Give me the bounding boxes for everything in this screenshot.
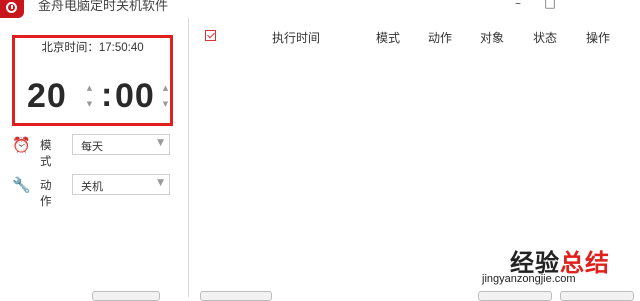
alarm-clock-icon: ⏰: [12, 136, 31, 154]
bottom-button-left[interactable]: [92, 291, 160, 301]
column-status[interactable]: 状态: [533, 29, 557, 46]
column-exec-time[interactable]: 执行时间: [272, 29, 320, 46]
action-label: 动作: [40, 178, 52, 208]
hour-up-icon[interactable]: ▲: [85, 80, 94, 96]
minute-field[interactable]: 00: [115, 76, 155, 116]
column-action[interactable]: 动作: [428, 29, 452, 46]
action-value: 关机: [81, 180, 103, 193]
mode-select[interactable]: 每天 ▼: [72, 134, 170, 155]
maximize-button[interactable]: □: [540, 0, 560, 10]
beijing-time-label: 北京时间：17:50:40: [41, 42, 144, 54]
chevron-down-icon: ▼: [157, 178, 164, 188]
chevron-down-icon: ▼: [157, 138, 164, 148]
title-bar: 金舟电脑定时关机软件 – □: [0, 0, 640, 18]
time-setting-box: 北京时间：17:50:40 20 ▲ ▼ : 00 ▲ ▼: [12, 35, 173, 126]
minute-spinner[interactable]: ▲ ▼: [161, 80, 170, 112]
column-target[interactable]: 对象: [480, 29, 504, 46]
minute-up-icon[interactable]: ▲: [161, 80, 170, 96]
app-logo-icon: [0, 0, 24, 18]
mode-value: 每天: [81, 140, 103, 153]
column-mode[interactable]: 模式: [376, 29, 400, 46]
window-title: 金舟电脑定时关机软件: [38, 0, 169, 14]
hour-spinner[interactable]: ▲ ▼: [85, 80, 94, 112]
action-select[interactable]: 关机 ▼: [72, 174, 170, 195]
task-table-header: 执行时间 模式 动作 对象 状态 操作: [196, 22, 640, 50]
hour-field[interactable]: 20: [27, 76, 67, 116]
watermark-url: jingyanzongjie.com: [482, 273, 576, 285]
column-operation[interactable]: 操作: [586, 29, 610, 46]
minimize-button[interactable]: –: [508, 0, 528, 10]
bottom-button-right-1[interactable]: [478, 291, 552, 301]
wrench-icon: 🔧: [12, 176, 31, 194]
mode-label: 模式: [40, 138, 52, 168]
hour-down-icon[interactable]: ▼: [85, 96, 94, 112]
bottom-button-right-2[interactable]: [560, 291, 634, 301]
bottom-button-middle[interactable]: [200, 291, 272, 301]
select-all-checkbox[interactable]: [205, 30, 216, 41]
left-panel: 北京时间：17:50:40 20 ▲ ▼ : 00 ▲ ▼ ⏰ 模式 每天 ▼ …: [0, 18, 189, 301]
time-colon: :: [101, 76, 113, 114]
minute-down-icon[interactable]: ▼: [161, 96, 170, 112]
